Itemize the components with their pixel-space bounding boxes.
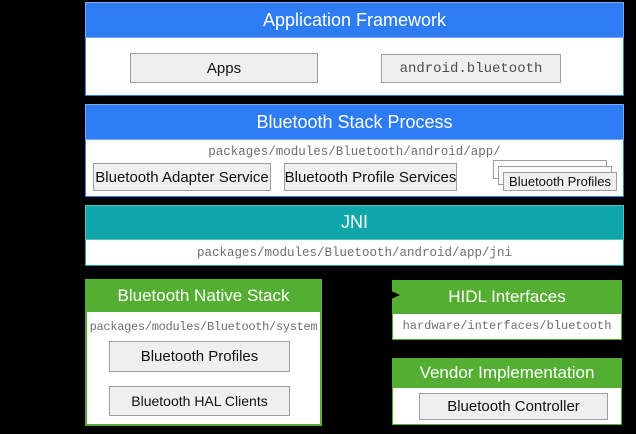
jni-body: packages/modules/Bluetooth/android/app/j… bbox=[85, 240, 624, 266]
jni-header: JNI bbox=[85, 205, 624, 240]
bluetooth-adapter-service-box: Bluetooth Adapter Service bbox=[93, 163, 271, 191]
bluetooth-stack-process-header: Bluetooth Stack Process bbox=[85, 104, 624, 140]
bluetooth-native-stack-body: packages/modules/Bluetooth/system Blueto… bbox=[85, 312, 322, 426]
arrow-right-head-icon bbox=[389, 290, 400, 300]
android-bluetooth-api-box: android.bluetooth bbox=[381, 54, 561, 83]
bluetooth-profiles-stack-box: Bluetooth Profiles bbox=[503, 172, 617, 191]
bluetooth-controller-box: Bluetooth Controller bbox=[419, 393, 608, 420]
stack-process-path-label: packages/modules/Bluetooth/android/app/ bbox=[86, 145, 623, 159]
section-hidl-interfaces: HIDL Interfaces hardware/interfaces/blue… bbox=[392, 280, 622, 340]
native-stack-path-label: packages/modules/Bluetooth/system bbox=[87, 320, 320, 334]
bluetooth-stack-process-body: packages/modules/Bluetooth/android/app/ … bbox=[85, 140, 624, 197]
hidl-path-label: hardware/interfaces/bluetooth bbox=[393, 314, 621, 338]
section-application-framework: Application Framework Apps android.bluet… bbox=[85, 2, 624, 96]
vendor-implementation-body: Bluetooth Controller bbox=[392, 388, 622, 425]
hidl-interfaces-body: hardware/interfaces/bluetooth bbox=[392, 314, 622, 340]
hidl-interfaces-header: HIDL Interfaces bbox=[392, 280, 622, 314]
application-framework-header: Application Framework bbox=[85, 2, 624, 38]
section-bluetooth-native-stack: Bluetooth Native Stack packages/modules/… bbox=[85, 279, 322, 426]
apps-box: Apps bbox=[130, 53, 318, 83]
section-vendor-implementation: Vendor Implementation Bluetooth Controll… bbox=[392, 358, 622, 425]
bluetooth-profile-services-box: Bluetooth Profile Services bbox=[284, 163, 457, 191]
native-hidl-arrow-line bbox=[328, 294, 394, 296]
application-framework-body: Apps android.bluetooth bbox=[85, 38, 624, 96]
section-jni: JNI packages/modules/Bluetooth/android/a… bbox=[85, 205, 624, 266]
arrow-left-head-icon bbox=[322, 290, 333, 300]
bluetooth-native-stack-header: Bluetooth Native Stack bbox=[85, 279, 322, 312]
bluetooth-hal-clients-box: Bluetooth HAL Clients bbox=[109, 386, 290, 416]
jni-path-label: packages/modules/Bluetooth/android/app/j… bbox=[86, 240, 623, 266]
section-bluetooth-stack-process: Bluetooth Stack Process packages/modules… bbox=[85, 104, 624, 197]
vendor-implementation-header: Vendor Implementation bbox=[392, 358, 622, 388]
native-bluetooth-profiles-box: Bluetooth Profiles bbox=[109, 341, 290, 372]
bluetooth-architecture-diagram: Application Framework Apps android.bluet… bbox=[0, 0, 636, 434]
